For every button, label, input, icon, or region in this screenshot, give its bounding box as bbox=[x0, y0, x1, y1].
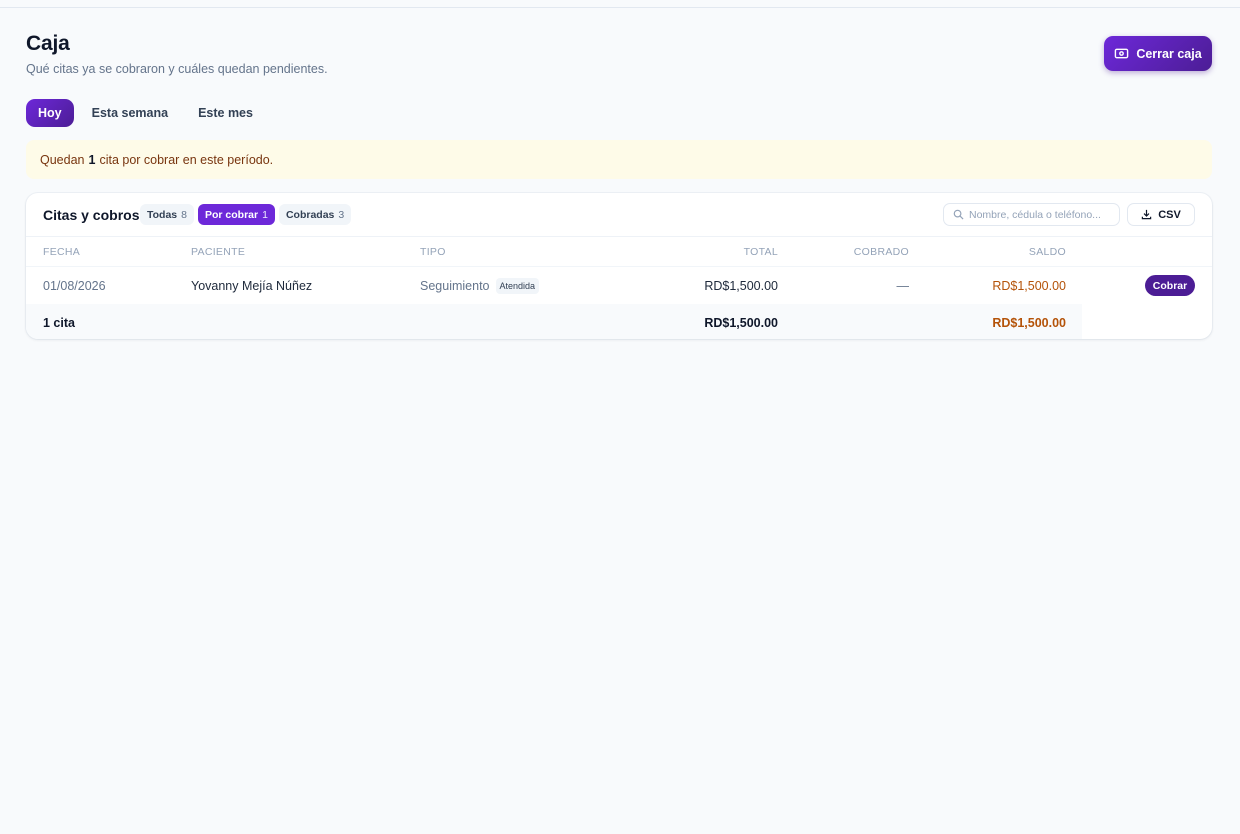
row-type-label: Seguimiento bbox=[420, 279, 490, 293]
period-tabs: Hoy Esta semana Este mes bbox=[26, 99, 265, 127]
notice-suffix: cita por cobrar en este período. bbox=[99, 152, 274, 167]
filter-paid-count: 3 bbox=[338, 208, 345, 221]
column-header-date: FECHA bbox=[43, 246, 81, 258]
card-title: Citas y cobros bbox=[43, 207, 140, 223]
filter-chips: Todas 8 Por cobrar 1 Cobradas 3 bbox=[140, 204, 352, 225]
column-header-paid: COBRADO bbox=[853, 246, 909, 258]
filter-pending-label: Por cobrar bbox=[205, 208, 259, 221]
filter-paid[interactable]: Cobradas 3 bbox=[278, 204, 352, 225]
status-badge: Atendida bbox=[495, 278, 540, 294]
collect-button[interactable]: Cobrar bbox=[1145, 275, 1195, 296]
footer-total: RD$1,500.00 bbox=[704, 316, 778, 330]
export-csv-button[interactable]: CSV bbox=[1127, 203, 1195, 226]
download-icon bbox=[1141, 209, 1152, 220]
column-header-type: TIPO bbox=[420, 246, 446, 258]
cash-register-icon bbox=[1115, 48, 1129, 59]
close-register-label: Cerrar caja bbox=[1136, 46, 1202, 61]
footer-count: 1 cita bbox=[43, 316, 75, 330]
close-register-button[interactable]: Cerrar caja bbox=[1104, 36, 1212, 71]
table-footer bbox=[26, 304, 1082, 339]
filter-all[interactable]: Todas 8 bbox=[140, 204, 194, 225]
search-box bbox=[943, 203, 1120, 226]
page-title: Caja bbox=[26, 32, 70, 55]
filter-pending[interactable]: Por cobrar 1 bbox=[198, 204, 275, 225]
row-total: RD$1,500.00 bbox=[704, 279, 778, 293]
row-date: 01/08/2026 bbox=[43, 279, 106, 293]
top-divider bbox=[0, 7, 1240, 8]
filter-all-label: Todas bbox=[147, 208, 178, 221]
column-header-balance: SALDO bbox=[1028, 246, 1066, 258]
column-header-total: TOTAL bbox=[743, 246, 778, 258]
column-header-patient: PACIENTE bbox=[191, 246, 246, 258]
row-paid: — bbox=[896, 279, 910, 293]
pending-notice: Quedan 1 cita por cobrar en este período… bbox=[26, 140, 1212, 179]
footer-balance: RD$1,500.00 bbox=[992, 316, 1066, 330]
appointments-card: Citas y cobros Todas 8 Por cobrar 1 Cobr… bbox=[26, 193, 1212, 339]
filter-all-count: 8 bbox=[181, 208, 187, 221]
row-type: Seguimiento Atendida bbox=[420, 278, 540, 294]
search-input[interactable] bbox=[969, 208, 1119, 221]
notice-count: 1 bbox=[88, 152, 96, 167]
search-icon bbox=[953, 209, 964, 220]
export-csv-label: CSV bbox=[1158, 208, 1181, 221]
card-header: Citas y cobros Todas 8 Por cobrar 1 Cobr… bbox=[26, 193, 1212, 237]
filter-paid-label: Cobradas bbox=[285, 208, 335, 221]
tab-this-week[interactable]: Esta semana bbox=[80, 99, 180, 127]
page-subtitle: Qué citas ya se cobraron y cuáles quedan… bbox=[26, 62, 328, 76]
tab-this-month[interactable]: Este mes bbox=[186, 99, 265, 127]
notice-prefix: Quedan bbox=[40, 152, 85, 167]
row-balance: RD$1,500.00 bbox=[992, 279, 1066, 293]
filter-pending-count: 1 bbox=[262, 208, 268, 221]
row-patient: Yovanny Mejía Núñez bbox=[191, 279, 313, 293]
tab-today[interactable]: Hoy bbox=[26, 99, 74, 127]
